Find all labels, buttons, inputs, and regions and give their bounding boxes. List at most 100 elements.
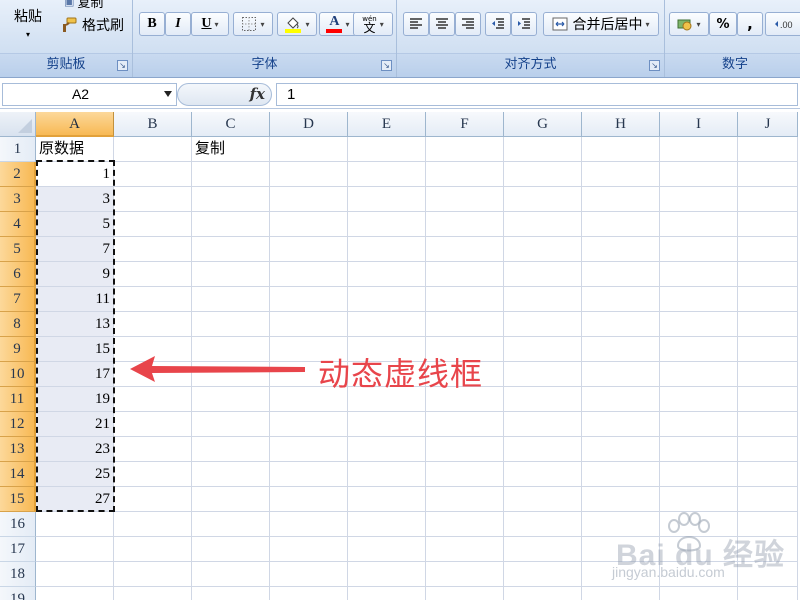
- cell-d16[interactable]: [270, 512, 348, 537]
- cell-a11[interactable]: 19: [36, 387, 114, 412]
- increase-decimal-button[interactable]: .00: [765, 12, 800, 36]
- cell-b16[interactable]: [114, 512, 192, 537]
- cell-i9[interactable]: [660, 337, 738, 362]
- column-header-i[interactable]: I: [660, 112, 738, 137]
- cell-f17[interactable]: [426, 537, 504, 562]
- phonetic-button[interactable]: wén 文 ▾: [353, 12, 393, 36]
- cell-i1[interactable]: [660, 137, 738, 162]
- insert-function-button[interactable]: fx: [177, 83, 272, 106]
- decrease-indent-button[interactable]: [485, 12, 511, 36]
- cell-i3[interactable]: [660, 187, 738, 212]
- row-header-3[interactable]: 3: [0, 187, 36, 212]
- cell-b18[interactable]: [114, 562, 192, 587]
- cell-d5[interactable]: [270, 237, 348, 262]
- cell-c10[interactable]: [192, 362, 270, 387]
- formula-input[interactable]: 1: [276, 83, 798, 106]
- cell-a9[interactable]: 15: [36, 337, 114, 362]
- row-header-6[interactable]: 6: [0, 262, 36, 287]
- fill-color-button[interactable]: ▾: [277, 12, 317, 36]
- cell-f16[interactable]: [426, 512, 504, 537]
- cell-c9[interactable]: [192, 337, 270, 362]
- paste-button[interactable]: 粘贴 ▾: [14, 6, 42, 39]
- cell-a14[interactable]: 25: [36, 462, 114, 487]
- cell-h13[interactable]: [582, 437, 660, 462]
- cell-i11[interactable]: [660, 387, 738, 412]
- cell-g19[interactable]: [504, 587, 582, 600]
- cell-e4[interactable]: [348, 212, 426, 237]
- column-header-d[interactable]: D: [270, 112, 348, 137]
- row-header-13[interactable]: 13: [0, 437, 36, 462]
- column-header-b[interactable]: B: [114, 112, 192, 137]
- row-header-15[interactable]: 15: [0, 487, 36, 512]
- format-painter-button[interactable]: 格式刷: [60, 15, 124, 35]
- cell-f7[interactable]: [426, 287, 504, 312]
- cell-c18[interactable]: [192, 562, 270, 587]
- cell-c11[interactable]: [192, 387, 270, 412]
- clipboard-launcher-icon[interactable]: ↘: [117, 60, 128, 71]
- column-header-a[interactable]: A: [36, 112, 114, 137]
- cell-e13[interactable]: [348, 437, 426, 462]
- cell-i15[interactable]: [660, 487, 738, 512]
- row-header-5[interactable]: 5: [0, 237, 36, 262]
- row-header-16[interactable]: 16: [0, 512, 36, 537]
- cell-j3[interactable]: [738, 187, 798, 212]
- cell-c2[interactable]: [192, 162, 270, 187]
- cell-f15[interactable]: [426, 487, 504, 512]
- cell-e8[interactable]: [348, 312, 426, 337]
- cell-f14[interactable]: [426, 462, 504, 487]
- cell-f6[interactable]: [426, 262, 504, 287]
- cell-a6[interactable]: 9: [36, 262, 114, 287]
- cell-f3[interactable]: [426, 187, 504, 212]
- cell-h7[interactable]: [582, 287, 660, 312]
- cell-j5[interactable]: [738, 237, 798, 262]
- chevron-down-icon[interactable]: [164, 91, 172, 97]
- cell-f8[interactable]: [426, 312, 504, 337]
- cell-j8[interactable]: [738, 312, 798, 337]
- cell-j14[interactable]: [738, 462, 798, 487]
- column-header-h[interactable]: H: [582, 112, 660, 137]
- font-color-button[interactable]: A ▾: [319, 12, 357, 36]
- cell-a3[interactable]: 3: [36, 187, 114, 212]
- name-box[interactable]: A2: [2, 83, 177, 106]
- row-header-1[interactable]: 1: [0, 137, 36, 162]
- row-header-2[interactable]: 2: [0, 162, 36, 187]
- cell-g1[interactable]: [504, 137, 582, 162]
- cell-h6[interactable]: [582, 262, 660, 287]
- cell-c13[interactable]: [192, 437, 270, 462]
- cell-h10[interactable]: [582, 362, 660, 387]
- cell-i4[interactable]: [660, 212, 738, 237]
- cell-g17[interactable]: [504, 537, 582, 562]
- cell-e3[interactable]: [348, 187, 426, 212]
- cell-h12[interactable]: [582, 412, 660, 437]
- cell-e2[interactable]: [348, 162, 426, 187]
- cell-i10[interactable]: [660, 362, 738, 387]
- cell-b12[interactable]: [114, 412, 192, 437]
- italic-button[interactable]: I: [165, 12, 191, 36]
- cell-c16[interactable]: [192, 512, 270, 537]
- cell-b15[interactable]: [114, 487, 192, 512]
- cell-a16[interactable]: [36, 512, 114, 537]
- cell-f13[interactable]: [426, 437, 504, 462]
- cell-j1[interactable]: [738, 137, 798, 162]
- increase-indent-button[interactable]: [511, 12, 537, 36]
- cell-a17[interactable]: [36, 537, 114, 562]
- cell-g15[interactable]: [504, 487, 582, 512]
- cell-d3[interactable]: [270, 187, 348, 212]
- cell-c19[interactable]: [192, 587, 270, 600]
- cell-c8[interactable]: [192, 312, 270, 337]
- column-header-f[interactable]: F: [426, 112, 504, 137]
- cell-g10[interactable]: [504, 362, 582, 387]
- align-right-button[interactable]: [455, 12, 481, 36]
- cell-b2[interactable]: [114, 162, 192, 187]
- cell-d8[interactable]: [270, 312, 348, 337]
- cell-d7[interactable]: [270, 287, 348, 312]
- cell-f12[interactable]: [426, 412, 504, 437]
- cell-g2[interactable]: [504, 162, 582, 187]
- row-header-11[interactable]: 11: [0, 387, 36, 412]
- cell-a1[interactable]: 原数据: [36, 137, 114, 162]
- cell-d18[interactable]: [270, 562, 348, 587]
- cell-e6[interactable]: [348, 262, 426, 287]
- cell-c5[interactable]: [192, 237, 270, 262]
- cell-b5[interactable]: [114, 237, 192, 262]
- cell-h3[interactable]: [582, 187, 660, 212]
